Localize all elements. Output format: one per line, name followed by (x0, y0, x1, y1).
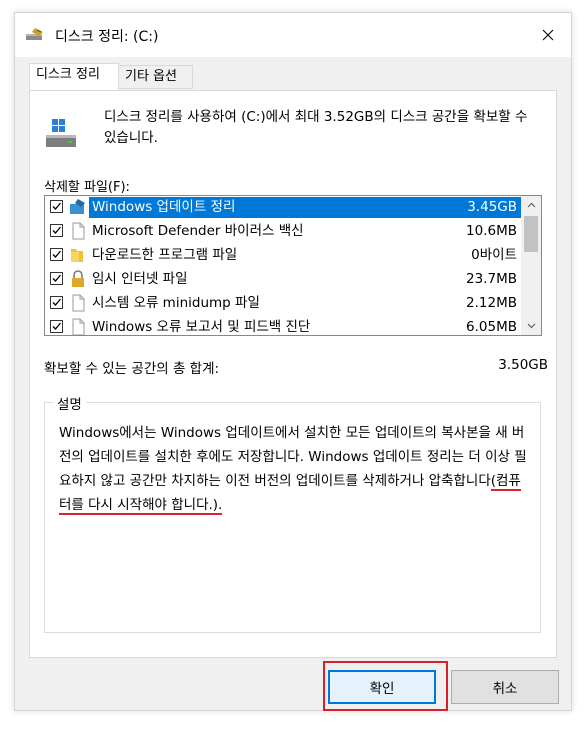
file-name: Microsoft Defender 바이러스 백신 (92, 223, 304, 239)
total-space-value: 3.50GB (498, 357, 548, 373)
checkbox[interactable] (50, 296, 63, 309)
description-group: 설명 Windows에서는 Windows 업데이트에서 설치한 모든 업데이트… (44, 393, 541, 633)
scroll-down-button[interactable] (521, 317, 541, 335)
scroll-thumb[interactable] (524, 216, 538, 252)
file-size: 2.12MB (466, 295, 517, 311)
description-title: 설명 (53, 393, 86, 413)
file-size: 0바이트 (471, 247, 517, 263)
list-item[interactable]: Windows 오류 보고서 및 피드백 진단 6.05MB (45, 316, 521, 335)
list-item[interactable]: 다운로드한 프로그램 파일 0바이트 (45, 244, 521, 268)
scroll-up-button[interactable] (521, 196, 541, 214)
checkbox[interactable] (50, 200, 63, 213)
files-listbox[interactable]: Windows 업데이트 정리 3.45GB Microsoft Defende… (44, 195, 542, 336)
files-to-delete-label: 삭제할 파일(F): (44, 180, 130, 195)
chevron-down-icon (527, 323, 535, 329)
chevron-up-icon (527, 202, 535, 208)
vertical-scrollbar[interactable] (521, 196, 541, 335)
file-size: 6.05MB (466, 319, 517, 335)
tab-disk-cleanup[interactable]: 디스크 정리 (29, 63, 119, 90)
tab-more-options[interactable]: 기타 옵션 (118, 65, 193, 89)
lock-icon (69, 270, 87, 288)
drive-icon (44, 119, 80, 149)
total-space-label: 확보할 수 있는 공간의 총 합계: (44, 361, 220, 377)
file-icon (69, 294, 87, 312)
ok-button[interactable]: 확인 (328, 670, 436, 704)
cancel-button[interactable]: 취소 (451, 670, 559, 704)
checkbox[interactable] (50, 224, 63, 237)
checkbox[interactable] (50, 248, 63, 261)
checkbox[interactable] (50, 320, 63, 333)
file-name: Windows 오류 보고서 및 피드백 진단 (92, 319, 311, 335)
file-name: Windows 업데이트 정리 (89, 197, 521, 218)
windows-update-icon (69, 198, 87, 216)
title-bar: 디스크 정리: (C:) (15, 13, 571, 57)
file-icon (69, 318, 87, 335)
file-name: 시스템 오류 minidump 파일 (92, 295, 260, 311)
file-name: 임시 인터넷 파일 (92, 271, 188, 287)
file-name: 다운로드한 프로그램 파일 (92, 247, 238, 263)
file-icon (69, 222, 87, 240)
description-main: Windows에서는 Windows 업데이트에서 설치한 모든 업데이트의 복… (59, 425, 527, 489)
disk-cleanup-window: 디스크 정리: (C:) 디스크 정리 기타 옵션 디스크 정리를 사용하여 (… (14, 12, 572, 711)
list-item[interactable]: Microsoft Defender 바이러스 백신 10.6MB (45, 220, 521, 244)
list-item[interactable]: 시스템 오류 minidump 파일 2.12MB (45, 292, 521, 316)
tab-panel: 디스크 정리를 사용하여 (C:)에서 최대 3.52GB의 디스크 공간을 확… (29, 90, 557, 658)
checkbox[interactable] (50, 272, 63, 285)
intro-text: 디스크 정리를 사용하여 (C:)에서 최대 3.52GB의 디스크 공간을 확… (104, 109, 528, 146)
disk-cleanup-icon (25, 27, 45, 43)
file-size: 23.7MB (466, 271, 517, 287)
folder-icon (69, 246, 87, 264)
list-item[interactable]: Windows 업데이트 정리 3.45GB (45, 196, 521, 220)
file-size: 10.6MB (466, 223, 517, 239)
close-button[interactable] (525, 13, 571, 57)
file-size: 3.45GB (467, 199, 517, 215)
list-item[interactable]: 임시 인터넷 파일 23.7MB (45, 268, 521, 292)
close-icon (542, 29, 554, 41)
description-text: Windows에서는 Windows 업데이트에서 설치한 모든 업데이트의 복… (59, 421, 529, 517)
window-title: 디스크 정리: (C:) (55, 29, 159, 45)
